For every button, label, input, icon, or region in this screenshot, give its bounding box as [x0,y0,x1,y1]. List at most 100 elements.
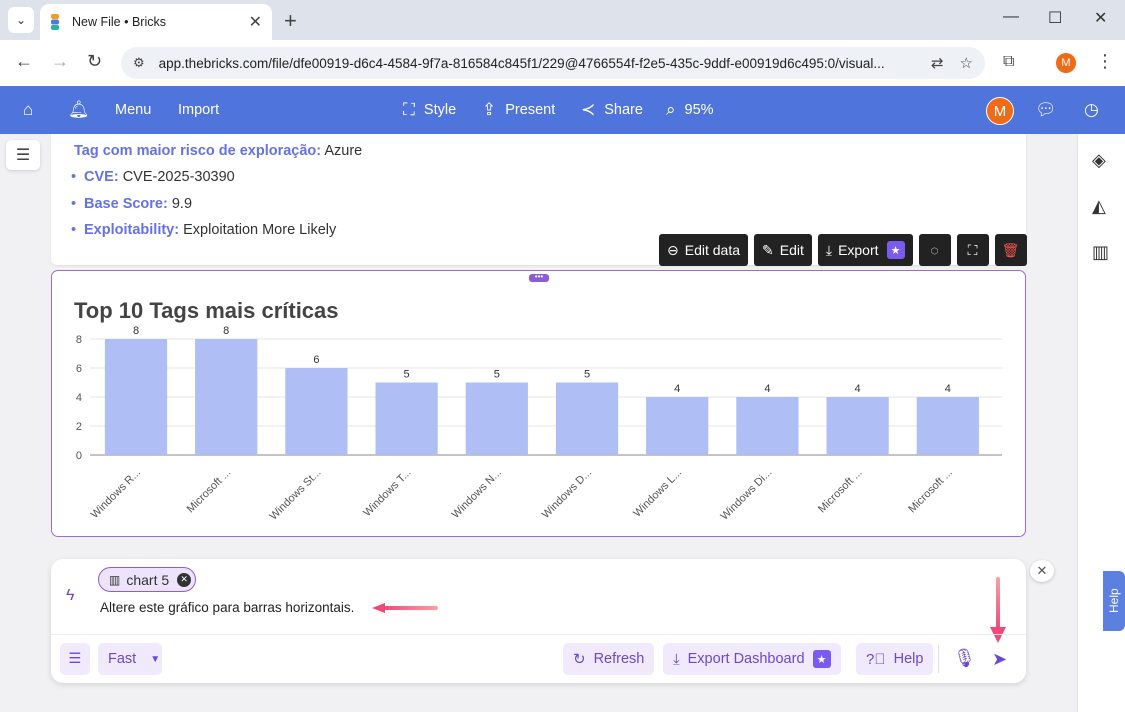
refresh-icon: ↻ [573,651,586,668]
home-icon[interactable]: ⌂ [23,86,42,134]
list-item: Exploitability: Exploitation More Likely [71,222,336,238]
bar-chart-icon: ▥ [109,572,121,587]
x-tick-label: Windows St... [267,467,323,523]
delete-button[interactable]: 🗑︎ [994,234,1027,266]
back-icon[interactable]: ← [15,51,33,72]
layers-icon[interactable]: ◈ [1092,150,1106,171]
help-button[interactable]: ?⃝ Help [856,643,934,675]
import-button[interactable]: Import [178,86,219,134]
x-tick-label: Windows R... [89,467,143,521]
mode-select[interactable]: Fast ▼ [98,643,162,675]
minimize-icon[interactable]: — [1003,8,1019,26]
chart-toolbar: ⊖ Edit data ✎ Edit ⤓ Export ★ ◌ ⛶ 🗑︎ [659,234,1033,266]
edit-data-button[interactable]: ⊖ Edit data [659,234,748,266]
chip-label: chart 5 [126,571,170,588]
omnibox[interactable]: ⚙ app.thebricks.com/file/dfe00919-d6c4-4… [121,47,985,79]
bricks-favicon-icon [51,14,59,30]
extensions-icon[interactable]: ⧉ [1003,53,1014,71]
x-tick-label: Microsoft ... [185,467,234,516]
x-tick-label: Windows Di... [718,467,774,523]
new-tab-icon[interactable]: + [284,8,297,34]
pencil-icon: ✎ [762,241,774,258]
resize-button[interactable]: ⛶ [956,234,989,266]
address-bar: ← → ↻ ⚙ app.thebricks.com/file/dfe00919-… [0,40,1125,86]
x-tick-label: Microsoft ... [906,467,955,516]
x-tick-label: Windows T... [361,467,413,519]
share-button[interactable]: ≺ Share [581,86,643,134]
send-icon[interactable]: ➤ [992,649,1007,670]
microphone-icon[interactable]: 🎙︎ [953,648,976,669]
x-tick-label: Microsoft ... [816,467,865,516]
present-icon: ⇪ [482,100,497,119]
data-label: 4 [674,383,680,395]
x-tick-label: Windows N... [450,467,504,521]
tab-title: New File • Bricks [72,15,166,29]
fill-color-icon[interactable]: ◭ [1092,196,1106,217]
prompt-close-icon[interactable]: ✕ [1030,560,1054,582]
bar [646,397,709,455]
comments-icon[interactable]: 💬︎ [1035,86,1066,134]
lightning-icon: ϟ [66,587,75,604]
options-button[interactable]: ☰ [60,643,90,675]
comment-icon: ◌ [930,242,939,258]
edit-data-icon: ⊖ [667,241,679,258]
zoom-button[interactable]: ⌕ 95% [666,86,714,134]
y-tick-label: 0 [76,450,82,462]
refresh-button[interactable]: ↻ Refresh [563,643,655,675]
prompt-input[interactable]: Altere este gráfico para barras horizont… [100,600,354,615]
bar [375,382,438,455]
premium-star-icon: ★ [886,241,905,259]
data-label: 4 [855,383,861,395]
site-info-icon[interactable]: ⚙ [133,55,145,71]
list-item: Base Score: 9.9 [71,196,192,212]
list-icon: ☰ [68,651,82,667]
divider [51,634,1026,635]
context-chip[interactable]: ▥ chart 5 ✕ [98,567,197,592]
help-side-tab[interactable]: Help [1103,571,1125,631]
comment-button[interactable]: ◌ [918,234,951,266]
forward-icon[interactable]: → [51,51,69,72]
insight-heading: Tag com maior risco de exploração: Azure [74,143,363,159]
window-close-icon[interactable]: ✕ [1094,8,1107,28]
bar [736,397,799,455]
bar [826,397,889,455]
tab-close-icon[interactable]: ✕ [249,12,262,32]
style-button[interactable]: ⛶ Style [403,86,456,134]
bookmark-star-icon[interactable]: ☆ [960,54,973,72]
data-label: 5 [584,369,590,381]
maximize-icon[interactable]: ☐ [1048,8,1062,28]
drag-handle-icon[interactable]: ••• [529,273,549,282]
edit-button[interactable]: ✎ Edit [754,234,812,266]
chip-remove-icon[interactable]: ✕ [177,572,192,587]
y-tick-label: 8 [76,334,82,346]
layout-icon[interactable]: ▥ [1092,242,1109,263]
tab-search-button[interactable]: ⌄ [8,7,34,33]
menu-button[interactable]: Menu [115,86,151,134]
data-label: 8 [223,325,229,337]
outline-menu-icon[interactable]: ☰ [6,140,40,170]
url-text[interactable]: app.thebricks.com/file/dfe00919-d6c4-458… [159,56,915,71]
list-item: CVE: CVE-2025-30390 [71,169,235,185]
export-button[interactable]: ⤓ Export ★ [817,234,913,266]
style-icon: ⛶ [403,100,415,119]
translate-icon[interactable]: ⇄ [931,54,944,72]
data-label: 5 [404,369,410,381]
bar-chart: 0 2 4 6 8 8 Windows R... 8 Microsoft ... 6 Windows… [76,325,1002,523]
browser-tab[interactable]: New File • Bricks ✕ [40,4,272,40]
profile-avatar[interactable]: M [1056,53,1076,73]
share-icon: ≺ [581,100,596,119]
notifications-icon[interactable]: 🔔︎ [68,86,99,134]
present-button[interactable]: ⇪ Present [482,86,555,134]
browser-menu-icon[interactable]: ⋮ [1096,51,1114,72]
reload-icon[interactable]: ↻ [87,51,102,72]
y-tick-label: 6 [76,363,82,375]
bar [195,339,258,455]
bar [555,382,619,455]
bar [465,382,528,455]
history-icon[interactable]: ◷ [1084,86,1108,134]
user-avatar[interactable]: M [986,97,1014,125]
data-label: 4 [945,383,951,395]
export-dashboard-button[interactable]: ⤓ Export Dashboard ★ [663,643,841,675]
x-tick-label: Windows L... [631,467,684,520]
resize-icon: ⛶ [967,241,978,258]
